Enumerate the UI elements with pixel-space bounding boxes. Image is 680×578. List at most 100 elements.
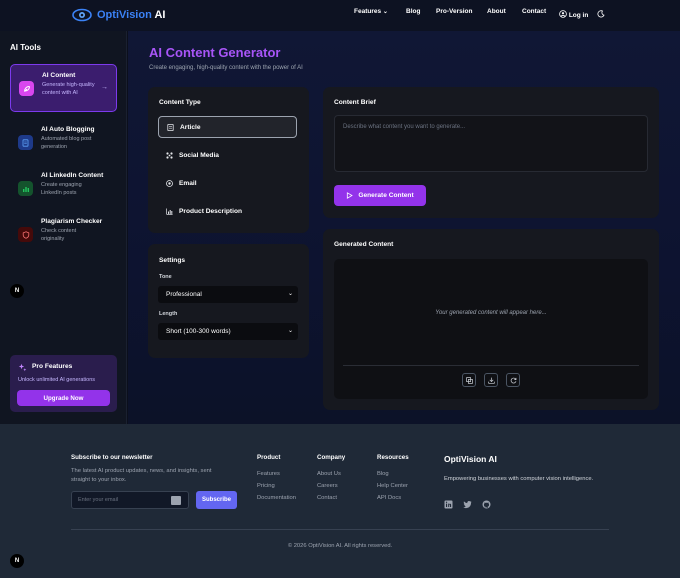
pro-features-card: Pro Features Unlock unlimited AI generat… <box>10 355 117 412</box>
footer-link-pricing[interactable]: Pricing <box>257 483 275 489</box>
n-logo-icon[interactable]: N <box>10 554 24 568</box>
top-header: OptiVision AI Features ⌄ Blog Pro-Versio… <box>0 0 680 31</box>
tool-name: AI Content <box>42 72 76 79</box>
sparkles-icon <box>18 363 27 372</box>
nav-features[interactable]: Features ⌄ <box>354 8 388 15</box>
tools-sidebar: AI Tools AI Content Generate high-qualit… <box>0 31 127 424</box>
bar-chart-icon <box>18 181 33 196</box>
document-icon <box>18 135 33 150</box>
document-icon <box>167 123 174 131</box>
nav-about[interactable]: About <box>487 8 506 15</box>
n-logo-icon[interactable]: N <box>10 284 24 298</box>
tool-name: Plagiarism Checker <box>41 218 103 225</box>
chart-icon <box>166 208 173 215</box>
footer-divider <box>71 529 609 530</box>
generated-content-title: Generated Content <box>334 241 394 248</box>
content-type-label: Social Media <box>179 151 219 159</box>
copy-button[interactable] <box>462 373 476 387</box>
nav-features-label: Features <box>354 7 382 15</box>
generated-content-output: Your generated content will appear here.… <box>334 259 648 399</box>
sidebar-title: AI Tools <box>10 43 41 52</box>
length-value: Short (100-300 words) <box>166 328 231 335</box>
copy-icon <box>465 376 473 384</box>
footer-link-about-us[interactable]: About Us <box>317 471 341 477</box>
footer-link-documentation[interactable]: Documentation <box>257 495 296 501</box>
content-type-product-description[interactable]: Product Description <box>158 200 297 222</box>
footer-col-title-product: Product <box>257 454 281 461</box>
sidebar-item-auto-blogging[interactable]: AI Auto Blogging Automated blog post gen… <box>10 119 117 167</box>
upgrade-now-button[interactable]: Upgrade Now <box>17 390 110 406</box>
generate-content-button[interactable]: Generate Content <box>334 185 426 206</box>
play-icon <box>347 192 354 199</box>
footer-link-api-docs[interactable]: API Docs <box>377 495 401 501</box>
github-icon[interactable] <box>482 500 491 509</box>
footer-link-careers[interactable]: Careers <box>317 483 338 489</box>
content-type-label: Article <box>180 123 201 131</box>
nav-login[interactable]: Log in <box>559 10 588 19</box>
nav-contact[interactable]: Contact <box>522 8 546 15</box>
chevron-down-icon: ⌄ <box>287 328 293 334</box>
content-type-label: Email <box>179 179 197 187</box>
tool-desc: Check content originality <box>41 228 77 242</box>
share-nodes-icon <box>166 151 173 159</box>
content-type-title: Content Type <box>159 99 201 106</box>
nav-blog[interactable]: Blog <box>406 8 420 15</box>
content-type-article[interactable]: Article <box>158 116 297 138</box>
footer-col-title-resources: Resources <box>377 454 409 461</box>
tool-name: AI Auto Blogging <box>41 126 95 133</box>
refresh-icon <box>510 377 516 383</box>
footer-link-blog[interactable]: Blog <box>377 471 389 477</box>
nav-pro-version[interactable]: Pro-Version <box>436 8 472 15</box>
tool-name: AI LinkedIn Content <box>41 172 104 179</box>
generated-content-card: Generated Content Your generated content… <box>323 229 659 410</box>
brand-name: OptiVision <box>97 9 152 21</box>
footer-brand: OptiVision AI <box>444 454 497 464</box>
pro-features-title: Pro Features <box>32 363 73 370</box>
download-icon <box>487 377 495 384</box>
chevron-down-icon: ⌄ <box>382 8 388 15</box>
footer-link-help-center[interactable]: Help Center <box>377 483 408 489</box>
nav-login-label: Log in <box>568 12 589 19</box>
regenerate-button[interactable] <box>506 373 520 387</box>
content-type-label: Product Description <box>179 207 243 215</box>
subscribe-button[interactable]: Subscribe <box>196 491 237 509</box>
page-subtitle: Create engaging, high-quality content wi… <box>149 65 303 71</box>
tool-desc: Generate high-quality content with AI <box>42 82 95 96</box>
theme-toggle[interactable] <box>597 10 605 20</box>
arrow-right-icon: → <box>101 84 108 91</box>
content-brief-input[interactable]: Describe what content you want to genera… <box>334 115 648 172</box>
settings-card: Settings Tone Professional ⌄ Length Shor… <box>148 244 309 358</box>
tone-label: Tone <box>159 274 172 280</box>
length-select[interactable]: Short (100-300 words) ⌄ <box>158 323 298 340</box>
newsletter-email-input[interactable]: Enter your email <box>71 491 189 509</box>
content-type-email[interactable]: Email <box>158 172 297 194</box>
brand-logo[interactable]: OptiVision AI <box>72 8 165 22</box>
sidebar-item-linkedin-content[interactable]: AI LinkedIn Content Create engaging Link… <box>10 165 117 213</box>
generate-content-label: Generate Content <box>358 192 414 199</box>
tool-desc: Create engaging LinkedIn posts <box>41 182 82 196</box>
output-placeholder: Your generated content will appear here.… <box>435 310 547 316</box>
download-button[interactable] <box>484 373 498 387</box>
output-divider <box>343 365 639 366</box>
content-brief-title: Content Brief <box>334 99 376 106</box>
moon-icon <box>597 10 605 18</box>
email-card-icon <box>171 496 181 505</box>
sidebar-item-plagiarism-checker[interactable]: Plagiarism Checker Check content origina… <box>10 211 117 259</box>
twitter-icon[interactable] <box>463 500 472 509</box>
content-type-social-media[interactable]: Social Media <box>158 144 297 166</box>
footer-link-contact[interactable]: Contact <box>317 495 337 501</box>
footer-col-title-company: Company <box>317 454 346 461</box>
length-label: Length <box>159 311 178 317</box>
content-brief-card: Content Brief Describe what content you … <box>323 87 659 218</box>
site-footer: Subscribe to our newsletter The latest A… <box>0 424 680 578</box>
sidebar-item-ai-content[interactable]: AI Content Generate high-quality content… <box>10 64 117 112</box>
shield-icon <box>18 227 33 242</box>
chevron-down-icon: ⌄ <box>287 291 293 297</box>
brand-ai: AI <box>154 9 166 21</box>
email-placeholder: Enter your email <box>78 497 119 503</box>
settings-title: Settings <box>159 257 186 264</box>
tool-desc: Automated blog post generation <box>41 136 92 150</box>
footer-link-features[interactable]: Features <box>257 471 280 477</box>
tone-select[interactable]: Professional ⌄ <box>158 286 298 303</box>
linkedin-icon[interactable] <box>444 500 453 509</box>
